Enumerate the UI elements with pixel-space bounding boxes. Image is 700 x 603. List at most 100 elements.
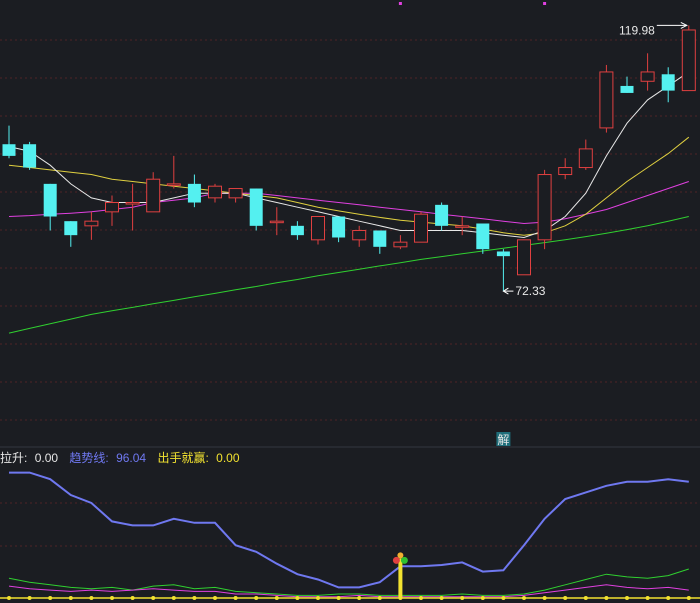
- candle-body: [558, 167, 573, 176]
- candle-body: [249, 188, 263, 226]
- candle: [64, 221, 78, 247]
- candle-body: [125, 202, 140, 205]
- indicator-dot: [686, 596, 691, 600]
- indicator-dot: [27, 596, 32, 600]
- indicator-dot: [542, 596, 547, 600]
- candle: [661, 67, 675, 103]
- candle-body: [208, 185, 222, 199]
- indicator-dot: [89, 596, 94, 600]
- candle-body: [290, 225, 304, 236]
- high-price-label: 119.98: [619, 23, 655, 37]
- candle-body: [2, 144, 16, 156]
- stock-chart: 119.98 72.33 解: [0, 2, 700, 600]
- candle: [290, 221, 304, 240]
- candle: [105, 195, 119, 226]
- candle: [2, 125, 16, 159]
- indicator-dot: [460, 596, 465, 600]
- candle: [558, 158, 573, 180]
- indicator-dot: [295, 596, 300, 600]
- candle-body: [517, 239, 531, 276]
- top-marker: [543, 2, 547, 5]
- candle: [393, 235, 408, 250]
- candle: [146, 172, 161, 213]
- candle: [517, 239, 531, 276]
- indicator-dot: [522, 596, 526, 600]
- indicator-dot: [666, 596, 671, 600]
- indicator-dot: [151, 596, 156, 600]
- legend-win: 出手就赢: 0.00: [157, 451, 240, 465]
- candle: [23, 141, 37, 170]
- indicator-dot: [7, 596, 11, 600]
- indicator-panel: [0, 471, 700, 600]
- indicator-dot: [171, 596, 176, 600]
- indicator-dot: [233, 596, 238, 600]
- candle: [228, 188, 243, 203]
- indicator-dot: [501, 596, 506, 600]
- signal-bar: [398, 558, 403, 598]
- candle-body: [414, 213, 428, 243]
- legend-lift: 拉升: 0.00: [0, 451, 59, 465]
- indicator-dot: [625, 596, 629, 600]
- candle: [332, 216, 346, 243]
- candle: [269, 207, 284, 236]
- ma-long-line: [8, 216, 689, 334]
- top-marker: [398, 2, 402, 5]
- indicator-dot: [563, 596, 568, 600]
- signal-ball: [397, 552, 404, 559]
- indicator-legend: 拉升: 0.00 趋势线: 96.04 出手就赢: 0.00: [0, 449, 248, 465]
- candle: [125, 183, 140, 231]
- signal-marker-label: 解: [497, 433, 509, 447]
- indicator-dot: [336, 596, 341, 600]
- indicator-dot: [192, 596, 197, 600]
- candle-body: [166, 183, 181, 186]
- indicator-dot: [604, 596, 609, 600]
- candle: [352, 225, 367, 247]
- indicator-dot: [377, 596, 382, 600]
- candle-body: [455, 225, 470, 228]
- candle: [640, 53, 655, 91]
- candle-body: [661, 74, 675, 91]
- candle: [414, 211, 428, 243]
- candle-body: [105, 202, 119, 213]
- candle-body: [352, 229, 367, 241]
- candle-body: [228, 188, 243, 199]
- candle: [43, 183, 57, 231]
- candle-body: [496, 251, 510, 257]
- candle: [476, 223, 490, 254]
- candle: [496, 249, 510, 292]
- candle-body: [311, 216, 325, 241]
- candle: [620, 76, 634, 93]
- candle-body: [476, 223, 490, 250]
- indicator-dot: [130, 596, 135, 600]
- indicator-dot: [583, 596, 588, 600]
- candle: [455, 216, 470, 236]
- indicator-dot: [480, 596, 485, 600]
- indicator-dot: [419, 596, 423, 600]
- indicator-dot: [274, 596, 279, 600]
- indicator-dot: [48, 596, 53, 600]
- indicator-dot: [645, 596, 650, 600]
- candle: [681, 25, 696, 92]
- candle: [311, 216, 325, 245]
- low-price-label: 72.33: [515, 284, 545, 298]
- candle: [537, 169, 552, 250]
- candle-body: [269, 220, 284, 224]
- candle-body: [332, 216, 346, 238]
- candle: [373, 230, 387, 254]
- candle-body: [84, 220, 99, 227]
- candle-body: [640, 71, 655, 82]
- indicator-dot: [316, 596, 320, 600]
- indicator-dot: [357, 596, 362, 600]
- indicator-dot: [254, 596, 259, 600]
- candle-body: [599, 71, 614, 129]
- candle-body: [146, 178, 161, 213]
- candle: [599, 64, 614, 133]
- candle-body: [681, 29, 696, 92]
- candle-body: [393, 241, 408, 248]
- candle-body: [620, 85, 634, 93]
- candles: [2, 25, 696, 292]
- candle-body: [373, 230, 387, 247]
- candle-body: [64, 221, 78, 236]
- candle-body: [23, 144, 37, 168]
- candle-body: [187, 183, 201, 203]
